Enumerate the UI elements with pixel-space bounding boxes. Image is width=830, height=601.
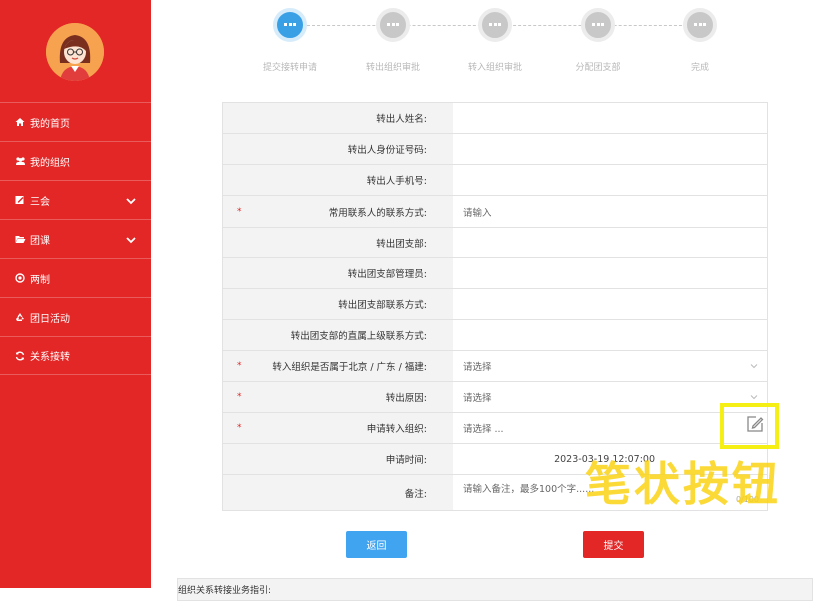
branch-admin-field[interactable]	[453, 258, 767, 288]
folder-open-icon	[14, 233, 26, 245]
remark-placeholder: 请输入备注，最多100个字......	[463, 484, 595, 495]
form-row-target-org: * 申请转入组织: 请选择 ...	[223, 413, 767, 444]
sidebar-item-label: 两制	[30, 274, 50, 286]
region-select[interactable]: 请选择	[453, 351, 767, 381]
sidebar-item-label: 团课	[30, 235, 50, 247]
business-guide-header: 组织关系转接业务指引:	[177, 578, 813, 601]
form-row-phone: 转出人手机号:	[223, 165, 767, 196]
field-label: 转出人手机号:	[223, 165, 453, 195]
field-label: 常用联系人的联系方式:	[328, 207, 427, 219]
branch-contact-field[interactable]	[453, 289, 767, 319]
form-row-contact: * 常用联系人的联系方式: 请输入	[223, 196, 767, 228]
sidebar: 我的首页 我的组织 三会 团课 两制 团日活动 关系接转	[0, 0, 151, 588]
form-row-branch-admin: 转出团支部管理员:	[223, 258, 767, 289]
required-mark: *	[237, 392, 242, 402]
field-label: 转出原因:	[385, 393, 427, 404]
step-assign-branch: 分配团支部	[546, 8, 650, 73]
superior-contact-field[interactable]	[453, 320, 767, 350]
sidebar-item-three-meetings[interactable]: 三会	[0, 180, 151, 219]
form-row-reason-select: * 转出原因: 请选择	[223, 382, 767, 413]
step-circle-icon	[683, 8, 717, 42]
chevron-down-icon[interactable]	[125, 195, 137, 207]
sidebar-item-label: 团日活动	[30, 313, 70, 325]
step-circle-icon	[273, 8, 307, 42]
required-mark: *	[237, 423, 242, 433]
submit-button[interactable]: 提交	[583, 531, 644, 558]
app-root: 我的首页 我的组织 三会 团课 两制 团日活动 关系接转 提交接转申请 转出组织…	[0, 0, 830, 601]
sidebar-nav: 我的首页 我的组织 三会 团课 两制 团日活动 关系接转	[0, 102, 151, 375]
step-label: 完成	[690, 63, 709, 73]
sidebar-item-label: 我的首页	[30, 118, 70, 130]
home-icon	[14, 116, 26, 128]
form-row-superior-contact: 转出团支部的直属上级联系方式:	[223, 320, 767, 351]
step-label: 转入组织审批	[467, 63, 522, 73]
sidebar-item-label: 三会	[30, 196, 50, 208]
id-number-field[interactable]	[453, 134, 767, 164]
field-label: 备注:	[223, 475, 453, 510]
required-mark: *	[237, 361, 242, 371]
step-label: 提交接转申请	[262, 63, 317, 73]
field-label: 申请时间:	[223, 444, 453, 474]
users-icon	[14, 155, 26, 167]
sidebar-item-my-org[interactable]: 我的组织	[0, 141, 151, 180]
field-label-wrapper: * 转入组织是否属于北京 / 广东 / 福建:	[223, 351, 453, 381]
step-label: 分配团支部	[575, 63, 621, 73]
form-row-branch-contact: 转出团支部联系方式:	[223, 289, 767, 320]
out-branch-field[interactable]	[453, 228, 767, 257]
form-row-out-branch: 转出团支部:	[223, 228, 767, 258]
annotation-text: 笔状按钮	[585, 457, 781, 511]
form-row-id-number: 转出人身份证号码:	[223, 134, 767, 165]
field-label: 转出团支部的直属上级联系方式:	[223, 320, 453, 350]
guide-title: 组织关系转接业务指引:	[178, 586, 272, 596]
field-label: 转出团支部管理员:	[223, 258, 453, 288]
step-circle-icon	[478, 8, 512, 42]
recycle-icon	[14, 311, 26, 323]
required-mark: *	[237, 206, 242, 217]
step-circle-icon	[581, 8, 615, 42]
field-label-wrapper: * 常用联系人的联系方式:	[223, 196, 453, 227]
sidebar-item-label: 我的组织	[30, 157, 70, 169]
progress-steps: 提交接转申请 转出组织审批 转入组织审批 分配团支部 完成	[236, 8, 756, 78]
sidebar-item-league-class[interactable]: 团课	[0, 219, 151, 258]
avatar-illustration-icon	[46, 23, 104, 81]
field-label: 转出团支部:	[223, 228, 453, 257]
step-complete: 完成	[648, 8, 752, 73]
select-value: 请选择	[463, 362, 492, 373]
chevron-down-icon[interactable]	[749, 361, 759, 371]
phone-field[interactable]	[453, 165, 767, 195]
pen-edit-icon[interactable]	[745, 414, 765, 434]
sidebar-item-label: 关系接转	[30, 352, 70, 363]
user-avatar[interactable]	[46, 23, 104, 81]
field-label-wrapper: * 转出原因:	[223, 382, 453, 412]
field-label: 转入组织是否属于北京 / 广东 / 福建:	[272, 362, 427, 373]
step-in-approval: 转入组织审批	[443, 8, 547, 73]
sidebar-item-two-systems[interactable]: 两制	[0, 258, 151, 297]
field-label: 转出团支部联系方式:	[223, 289, 453, 319]
chevron-down-icon[interactable]	[125, 234, 137, 246]
name-field[interactable]	[453, 103, 767, 133]
sidebar-item-relation-transfer[interactable]: 关系接转	[0, 336, 151, 375]
step-submit-request: 提交接转申请	[238, 8, 342, 73]
edit-square-icon	[14, 194, 26, 206]
field-label: 申请转入组织:	[366, 424, 427, 435]
contact-input[interactable]: 请输入	[453, 196, 767, 227]
step-out-approval: 转出组织审批	[341, 8, 445, 73]
form-row-region-select: * 转入组织是否属于北京 / 广东 / 福建: 请选择	[223, 351, 767, 382]
field-label: 转出人身份证号码:	[223, 134, 453, 164]
sidebar-item-league-day[interactable]: 团日活动	[0, 297, 151, 336]
field-label-wrapper: * 申请转入组织:	[223, 413, 453, 443]
form-row-name: 转出人姓名:	[223, 103, 767, 134]
refresh-icon	[14, 350, 26, 362]
step-label: 转出组织审批	[365, 63, 420, 73]
sidebar-item-home[interactable]: 我的首页	[0, 102, 151, 141]
chevron-down-icon[interactable]	[749, 392, 759, 402]
field-label: 转出人姓名:	[223, 103, 453, 133]
back-button[interactable]: 返回	[346, 531, 407, 558]
select-value: 请选择	[463, 393, 492, 404]
step-circle-icon	[376, 8, 410, 42]
target-icon	[14, 272, 26, 284]
